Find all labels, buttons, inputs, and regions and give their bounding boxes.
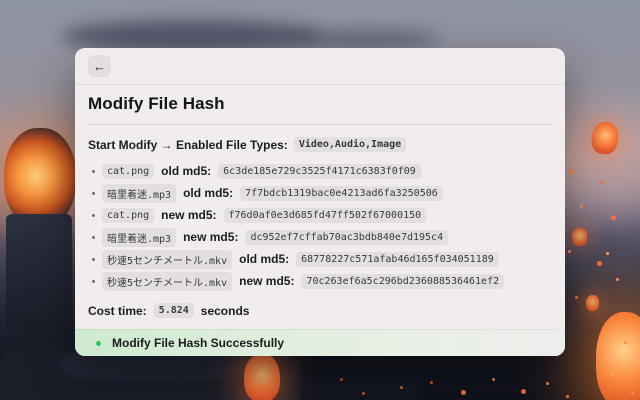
- enabled-types-badge: Video,Audio,Image: [294, 137, 406, 152]
- md5-label: old md5:: [183, 186, 233, 200]
- title-area: Modify File Hash: [75, 85, 565, 124]
- hash-row: cat.png new md5: f76d0af0e3d685fd47ff502…: [88, 204, 552, 226]
- md5-hash-badge: f76d0af0e3d685fd47ff502f67000150: [224, 208, 427, 223]
- bullet-icon: [92, 236, 95, 239]
- sky-lantern: [244, 354, 280, 400]
- md5-hash-badge: 70c263ef6a5c296bd236088536461ef2: [301, 274, 504, 289]
- page-title: Modify File Hash: [88, 94, 552, 114]
- bullet-icon: [92, 214, 95, 217]
- hash-row: 暗里着迷.mp3 old md5: 7f7bdcb1319bac0e4213ad…: [88, 182, 552, 204]
- file-name-badge: cat.png: [102, 208, 154, 223]
- bullet-icon: [92, 280, 95, 283]
- status-dot-icon: [96, 341, 101, 346]
- lantern-dots: [0, 0, 3, 3]
- md5-label: new md5:: [239, 274, 294, 288]
- success-banner: Modify File Hash Successfully: [75, 329, 565, 356]
- sky-lantern: [590, 120, 620, 155]
- sky-lantern: [586, 295, 599, 311]
- md5-hash-badge: 68778227c571afab46d165f034051189: [296, 252, 499, 267]
- md5-label: old md5:: [161, 164, 211, 178]
- cost-time-line: Cost time: 5.824 seconds: [88, 303, 552, 318]
- street-lantern: [4, 128, 76, 228]
- md5-label: old md5:: [239, 252, 289, 266]
- file-name-badge: 暗里着迷.mp3: [102, 228, 176, 247]
- bullet-icon: [92, 258, 95, 261]
- file-name-badge: 秒速5センチメートル.mkv: [102, 272, 232, 291]
- hash-row: cat.png old md5: 6c3de185e729c3525f4171c…: [88, 160, 552, 182]
- back-button[interactable]: ←: [88, 55, 111, 77]
- sky-lantern: [596, 312, 640, 400]
- foreground-silhouette: [300, 374, 420, 400]
- bullet-icon: [92, 192, 95, 195]
- hash-row: 秒速5センチメートル.mkv new md5: 70c263ef6a5c296b…: [88, 270, 552, 292]
- md5-hash-badge: dc952ef7cffab70ac3bdb840e7d195c4: [245, 230, 448, 245]
- modify-file-hash-window: ← Modify File Hash Start Modify → Enable…: [75, 48, 565, 356]
- file-name-badge: 秒速5センチメートル.mkv: [102, 250, 232, 269]
- md5-label: new md5:: [183, 230, 238, 244]
- success-message: Modify File Hash Successfully: [112, 336, 284, 350]
- sky-lantern: [572, 228, 587, 246]
- file-name-badge: 暗里着迷.mp3: [102, 184, 176, 203]
- panel-header: ←: [75, 48, 565, 85]
- hash-row: 秒速5センチメートル.mkv old md5: 68778227c571afab…: [88, 248, 552, 270]
- md5-label: new md5:: [161, 208, 216, 222]
- cost-time-unit: seconds: [201, 304, 250, 318]
- md5-hash-badge: 7f7bdcb1319bac0e4213ad6fa3250506: [240, 186, 443, 201]
- cost-time-value-badge: 5.824: [154, 303, 194, 318]
- cloud-shape: [290, 30, 440, 48]
- hash-list: cat.png old md5: 6c3de185e729c3525f4171c…: [88, 160, 552, 292]
- status-label: Start Modify → Enabled File Types:: [88, 138, 288, 152]
- status-line: Start Modify → Enabled File Types: Video…: [88, 137, 552, 152]
- file-name-badge: cat.png: [102, 164, 154, 179]
- bullet-icon: [92, 170, 95, 173]
- hash-row: 暗里着迷.mp3 new md5: dc952ef7cffab70ac3bdb8…: [88, 226, 552, 248]
- result-content: Start Modify → Enabled File Types: Video…: [75, 125, 565, 318]
- back-arrow-icon: ←: [93, 60, 106, 73]
- md5-hash-badge: 6c3de185e729c3525f4171c6383f0f09: [218, 164, 421, 179]
- cost-time-label: Cost time:: [88, 304, 147, 318]
